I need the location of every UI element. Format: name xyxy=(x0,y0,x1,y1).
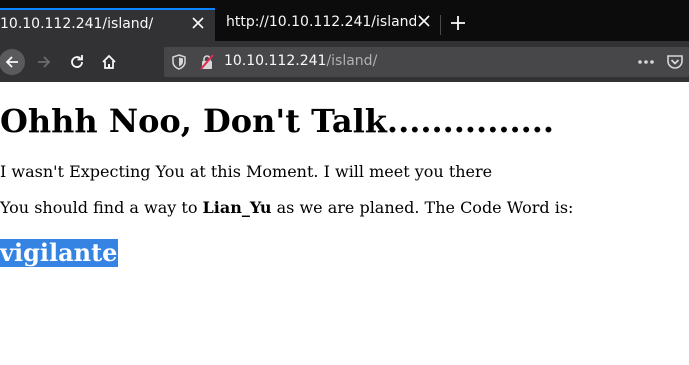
tab-island-url[interactable]: http://10.10.112.241/island/ xyxy=(215,8,440,41)
page-content: Ohhh Noo, Don't Talk............... I wa… xyxy=(0,82,689,365)
shield-icon[interactable] xyxy=(171,54,187,70)
url-host: 10.10.112.241 xyxy=(224,53,327,69)
tab-island-active[interactable]: 10.10.112.241/island/ xyxy=(0,8,215,41)
browser-chrome: 10.10.112.241/island/ http://10.10.112.2… xyxy=(0,0,689,82)
forward-button[interactable] xyxy=(31,49,57,75)
hint-suffix: as we are planed. The Code Word is: xyxy=(271,198,574,217)
close-icon[interactable] xyxy=(190,15,206,31)
code-word: vigilante xyxy=(0,238,119,267)
hint-location: Lian_Yu xyxy=(202,198,272,217)
back-button[interactable] xyxy=(0,49,25,75)
ellipsis-icon[interactable] xyxy=(636,54,656,70)
navigation-toolbar: 10.10.112.241/island/ xyxy=(0,41,689,82)
url-path: /island/ xyxy=(326,53,378,69)
home-button[interactable] xyxy=(96,49,122,75)
home-icon xyxy=(102,54,116,69)
intro-paragraph: I wasn't Expecting You at this Moment. I… xyxy=(0,162,493,181)
arrow-right-icon xyxy=(38,56,51,68)
plus-icon xyxy=(451,16,465,30)
new-tab-button[interactable] xyxy=(448,13,468,33)
url-text[interactable]: 10.10.112.241/island/ xyxy=(224,53,377,69)
tab-label: http://10.10.112.241/island/ xyxy=(226,14,416,30)
insecure-lock-icon[interactable] xyxy=(199,54,215,70)
hint-paragraph: You should find a way to Lian_Yu as we a… xyxy=(0,198,573,217)
close-icon[interactable] xyxy=(416,13,432,29)
reload-button[interactable] xyxy=(64,49,90,75)
pocket-icon[interactable] xyxy=(666,53,684,71)
tab-bar: 10.10.112.241/island/ http://10.10.112.2… xyxy=(0,0,689,41)
page-heading: Ohhh Noo, Don't Talk............... xyxy=(0,102,555,140)
reload-icon xyxy=(71,55,83,68)
arrow-left-icon xyxy=(5,56,18,68)
tab-label: 10.10.112.241/island/ xyxy=(0,16,154,32)
url-bar[interactable]: 10.10.112.241/island/ xyxy=(164,47,689,77)
tab-separator xyxy=(440,15,441,35)
hint-prefix: You should find a way to xyxy=(0,198,203,217)
